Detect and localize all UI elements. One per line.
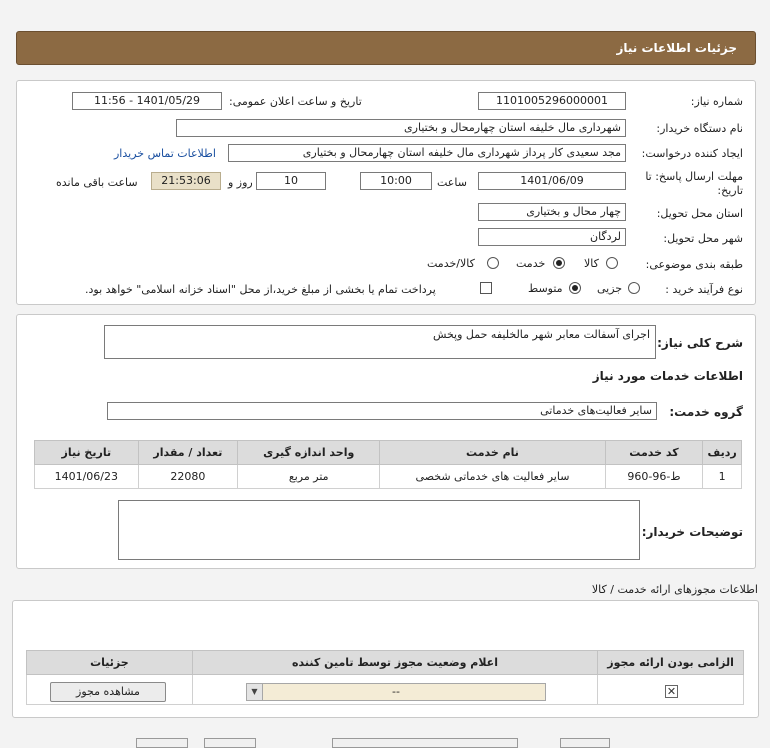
permit-required-checkbox-icon: ✕ [665, 685, 678, 698]
service-group-label: گروه خدمت: [669, 405, 743, 419]
need-number-field: 1101005296000001 [478, 92, 626, 110]
treasury-checkbox[interactable] [480, 282, 492, 294]
description-field: اجرای آسفالت معابر شهر مالخلیفه حمل وپخش [104, 325, 656, 359]
buyer-notes-field [118, 500, 640, 560]
buyer-org-label: نام دستگاه خریدار: [656, 122, 743, 135]
category-service-label: خدمت [516, 257, 546, 270]
category-goods-service-radio[interactable] [487, 257, 499, 269]
delivery-city-label: شهر محل تحویل: [663, 232, 743, 245]
chevron-down-icon: ▼ [247, 684, 263, 700]
treasury-note: پرداخت تمام یا بخشی از مبلغ خرید،از محل … [85, 283, 436, 296]
col-permit-required: الزامی بودن ارائه مجوز [597, 650, 744, 675]
delivery-province-field: چهار محال و بختیاری [478, 203, 626, 221]
process-medium-radio[interactable] [569, 282, 581, 294]
page-header: جزئیات اطلاعات نیاز [16, 31, 756, 65]
col-service-name: نام خدمت [379, 440, 606, 465]
page-title: جزئیات اطلاعات نیاز [616, 41, 737, 55]
category-label: طبقه بندی موضوعی: [645, 258, 743, 271]
deadline-time-label: ساعت [437, 176, 467, 189]
bottom-button-1[interactable] [136, 738, 188, 748]
items-table: ردیف کد خدمت نام خدمت واحد اندازه گیری ت… [34, 440, 742, 489]
col-service-code: کد خدمت [604, 440, 704, 465]
bottom-button-3[interactable] [332, 738, 518, 748]
category-goods-label: کالا [584, 257, 599, 270]
cell-row-no: 1 [702, 464, 742, 489]
buyer-contact-link[interactable]: اطلاعات تماس خریدار [114, 147, 216, 160]
view-permit-button[interactable]: مشاهده مجوز [50, 682, 166, 702]
process-medium-label: متوسط [528, 282, 563, 295]
deadline-date-field: 1401/06/09 [478, 172, 626, 190]
need-number-label: شماره نیاز: [690, 95, 743, 108]
deadline-days-field: 10 [256, 172, 326, 190]
cell-service-name: سایر فعالیت های خدماتی شخصی [379, 464, 606, 489]
need-info-panel [16, 80, 756, 305]
delivery-province-label: استان محل تحویل: [656, 207, 743, 220]
description-label: شرح کلی نیاز: [657, 336, 743, 350]
table-row: 1 ط-96-960 سایر فعالیت های خدماتی شخصی م… [34, 464, 742, 489]
deadline-days-label: روز و [228, 176, 253, 189]
announce-datetime-label: تاریخ و ساعت اعلان عمومی: [229, 95, 362, 108]
cell-quantity: 22080 [137, 464, 239, 489]
col-need-date: تاریخ نیاز [34, 440, 139, 465]
col-permit-status: اعلام وضعیت مجوز توسط تامین کننده [191, 650, 599, 675]
cell-unit: متر مربع [237, 464, 381, 489]
bottom-button-4[interactable] [560, 738, 610, 748]
permit-status-select[interactable]: ▼ -- [246, 683, 546, 701]
permits-heading: اطلاعات مجوزهای ارائه خدمت / کالا [591, 583, 758, 596]
bottom-button-2[interactable] [204, 738, 256, 748]
category-goods-radio[interactable] [606, 257, 618, 269]
process-minor-radio[interactable] [628, 282, 640, 294]
delivery-city-field: لردگان [478, 228, 626, 246]
col-unit: واحد اندازه گیری [237, 440, 381, 465]
announce-datetime-field: 1401/05/29 - 11:56 [72, 92, 222, 110]
description-text: اجرای آسفالت معابر شهر مالخلیفه حمل وپخش [432, 328, 650, 341]
requester-field: مجد سعیدی کار پرداز شهرداری مال خلیفه اس… [228, 144, 626, 162]
process-minor-label: جزیی [597, 282, 623, 295]
col-row-no: ردیف [702, 440, 742, 465]
category-service-radio[interactable] [553, 257, 565, 269]
col-permit-details: جزئیات [26, 650, 193, 675]
cell-service-code: ط-96-960 [604, 464, 704, 489]
remaining-time-field: 21:53:06 [151, 172, 221, 190]
services-heading: اطلاعات خدمات مورد نیاز [592, 369, 743, 383]
permit-status-value: -- [392, 685, 400, 698]
purchase-process-label: نوع فرآیند خرید : [665, 283, 743, 296]
buyer-org-field: شهرداری مال خلیفه استان چهارمحال و بختیا… [176, 119, 626, 137]
cell-need-date: 1401/06/23 [34, 464, 139, 489]
service-group-field: سایر فعالیت‌های خدماتی [107, 402, 657, 420]
category-goods-service-label: کالا/خدمت [427, 257, 475, 270]
deadline-label-line2: تاریخ: [717, 184, 743, 197]
deadline-label-line1: مهلت ارسال پاسخ: تا [645, 170, 743, 183]
buyer-notes-label: توضیحات خریدار: [641, 525, 743, 539]
requester-label: ایجاد کننده درخواست: [641, 147, 743, 160]
deadline-time-field: 10:00 [360, 172, 432, 190]
remaining-time-label: ساعت باقی مانده [56, 176, 138, 189]
col-quantity: تعداد / مقدار [137, 440, 239, 465]
